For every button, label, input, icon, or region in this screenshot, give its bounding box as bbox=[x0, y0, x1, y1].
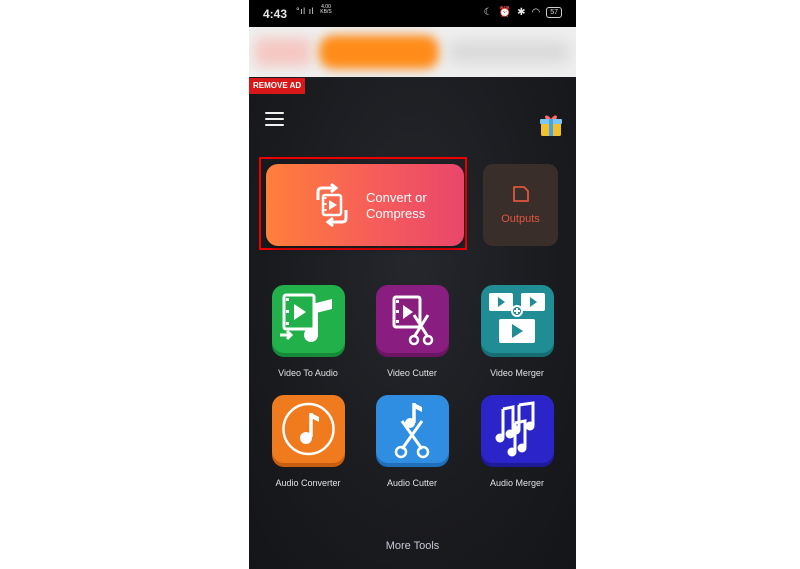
network-rate-unit: KB/S bbox=[320, 9, 332, 15]
audio-merger-icon bbox=[480, 395, 554, 463]
audio-cutter-label: Audio Cutter bbox=[386, 478, 438, 488]
audio-merger-label: Audio Merger bbox=[489, 478, 545, 488]
status-bar: 4:43 °ıl ıl 4.00 KB/S ☾ ⏰ ✱ ◠ 57 bbox=[249, 0, 576, 27]
phone-screen: 4:43 °ıl ıl 4.00 KB/S ☾ ⏰ ✱ ◠ 57 REMOVE … bbox=[249, 0, 576, 569]
convert-or-compress-label: Convert or Compress bbox=[366, 190, 427, 221]
video-to-audio-icon bbox=[271, 285, 345, 353]
outputs-label: Outputs bbox=[501, 213, 540, 225]
convert-or-compress-button[interactable]: Convert or Compress bbox=[266, 164, 464, 246]
more-tools-link[interactable]: More Tools bbox=[249, 540, 576, 552]
outputs-button[interactable]: Outputs bbox=[483, 164, 558, 246]
folder-icon bbox=[511, 184, 531, 204]
moon-icon: ☾ bbox=[483, 7, 493, 18]
tool-audio-converter[interactable]: Audio Converter bbox=[258, 395, 358, 488]
tool-audio-merger[interactable]: Audio Merger bbox=[467, 395, 567, 488]
status-time: 4:43 bbox=[263, 7, 288, 21]
video-merger-label: Video Merger bbox=[490, 368, 544, 378]
audio-converter-label: Audio Converter bbox=[275, 478, 341, 488]
alarm-icon: ⏰ bbox=[498, 7, 512, 18]
remove-ad-button[interactable]: REMOVE AD bbox=[249, 78, 306, 94]
video-cutter-icon bbox=[375, 285, 449, 353]
audio-cutter-icon bbox=[375, 395, 449, 463]
video-to-audio-label: Video To Audio bbox=[278, 368, 338, 378]
video-merger-icon bbox=[480, 285, 554, 353]
tool-video-cutter[interactable]: Video Cutter bbox=[362, 285, 462, 378]
video-cutter-label: Video Cutter bbox=[387, 368, 437, 378]
hamburger-menu-icon[interactable] bbox=[265, 112, 284, 127]
tool-video-merger[interactable]: Video Merger bbox=[467, 285, 567, 378]
network-rate: 4.00 KB/S bbox=[319, 5, 333, 15]
battery-icon: 57 bbox=[546, 7, 562, 18]
status-icons: ☾ ⏰ ✱ ◠ 57 bbox=[484, 7, 562, 18]
gift-icon[interactable] bbox=[539, 113, 563, 137]
convert-video-icon bbox=[312, 182, 352, 228]
bluetooth-icon: ✱ bbox=[517, 7, 526, 18]
wifi-icon: ◠ bbox=[531, 7, 541, 18]
tool-audio-cutter[interactable]: Audio Cutter bbox=[362, 395, 462, 488]
tool-video-to-audio[interactable]: Video To Audio bbox=[258, 285, 358, 378]
ad-banner[interactable] bbox=[249, 27, 576, 77]
audio-converter-icon bbox=[271, 395, 345, 463]
signal-icon: °ıl ıl bbox=[296, 6, 315, 16]
